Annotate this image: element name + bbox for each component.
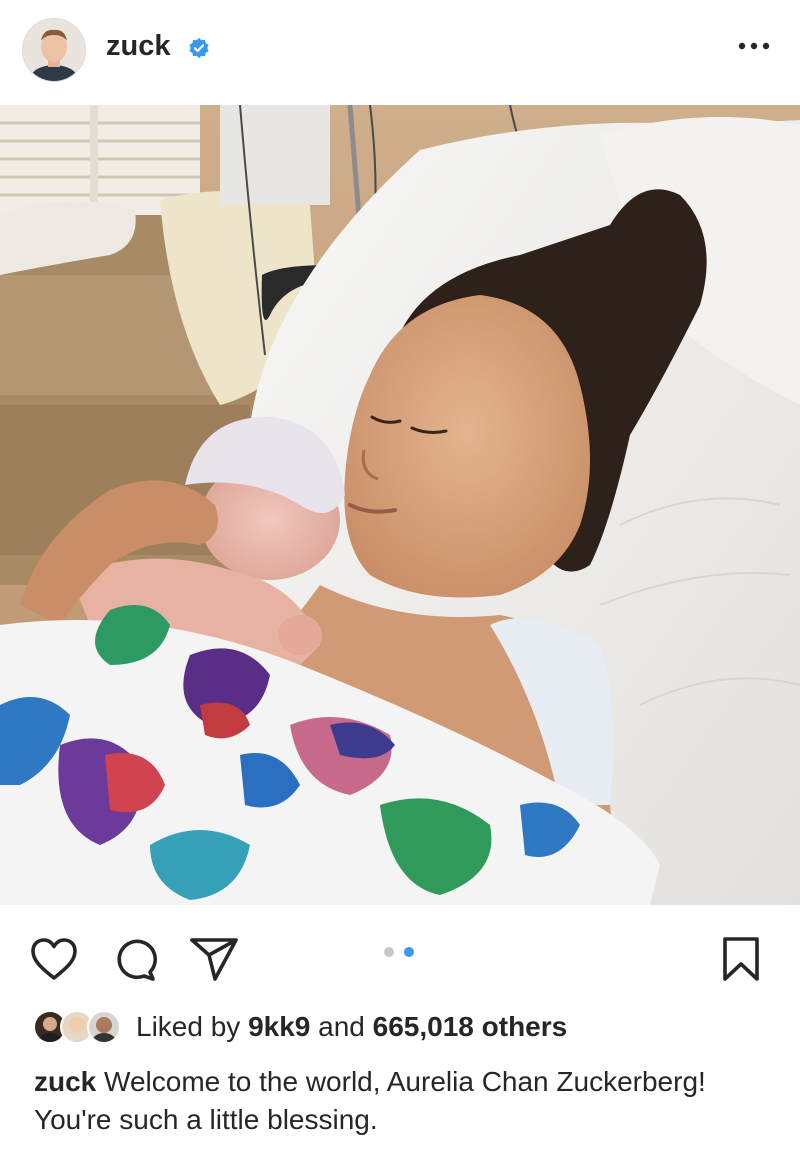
send-icon[interactable] [188,935,240,983]
likes-row: Liked by 9kk9 and 665,018 others [0,1005,800,1055]
liker-username[interactable]: 9kk9 [248,1011,310,1042]
bookmark-icon[interactable] [720,935,762,983]
verified-badge-icon [189,38,209,58]
more-horizontal-icon[interactable] [734,34,774,58]
action-bar [0,905,800,1005]
carousel-dot-1 [384,947,394,957]
likes-summary[interactable]: Liked by 9kk9 and 665,018 others [136,1011,567,1043]
caption-username[interactable]: zuck [34,1066,96,1097]
avatar[interactable] [22,18,86,82]
caption-text: Welcome to the world, Aurelia Chan Zucke… [34,1066,706,1135]
post-username[interactable]: zuck [106,30,170,63]
post-header: zuck [0,0,800,105]
likes-prefix: Liked by [136,1011,241,1042]
post-photo[interactable] [0,105,800,905]
post-caption: zuck Welcome to the world, Aurelia Chan … [34,1063,774,1139]
liker-avatar-3[interactable] [87,1010,121,1044]
photo-illustration [0,105,800,905]
carousel-dot-2-active [404,947,414,957]
comment-icon[interactable] [110,935,158,983]
likes-count-others[interactable]: 665,018 others [373,1011,568,1042]
heart-icon[interactable] [30,937,78,981]
likes-joiner: and [318,1011,365,1042]
